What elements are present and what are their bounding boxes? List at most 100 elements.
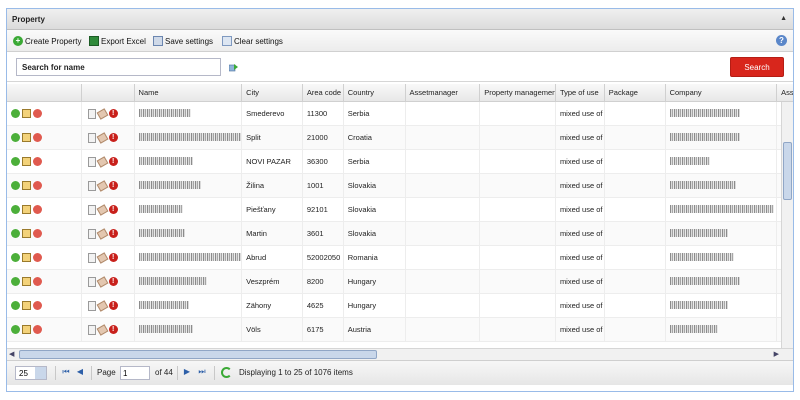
- tag-icon[interactable]: [96, 132, 109, 144]
- approve-icon[interactable]: [11, 109, 20, 118]
- delete-icon[interactable]: [33, 133, 42, 142]
- warning-icon[interactable]: !: [108, 301, 118, 310]
- vertical-scrollbar[interactable]: [781, 102, 793, 354]
- first-page-icon[interactable]: ⏮: [61, 367, 71, 377]
- document-icon[interactable]: [87, 133, 96, 143]
- approve-icon[interactable]: [11, 133, 20, 142]
- tag-icon[interactable]: [96, 324, 109, 336]
- warning-icon[interactable]: !: [108, 181, 118, 190]
- help-icon[interactable]: ?: [776, 35, 787, 46]
- horizontal-scroll-thumb[interactable]: [19, 350, 377, 359]
- edit-icon[interactable]: [22, 229, 31, 238]
- export-excel-button[interactable]: Export Excel: [89, 35, 146, 47]
- table-row[interactable]: ! Zähony 4625 Hungary mixed use of: [7, 294, 793, 318]
- document-icon[interactable]: [87, 277, 96, 287]
- tag-icon[interactable]: [96, 300, 109, 312]
- warning-icon[interactable]: !: [108, 229, 118, 238]
- delete-icon[interactable]: [33, 157, 42, 166]
- document-icon[interactable]: [87, 229, 96, 239]
- document-icon[interactable]: [87, 181, 96, 191]
- edit-icon[interactable]: [22, 253, 31, 262]
- delete-icon[interactable]: [33, 109, 42, 118]
- edit-icon[interactable]: [22, 157, 31, 166]
- edit-icon[interactable]: [22, 205, 31, 214]
- search-input[interactable]: [16, 58, 221, 76]
- document-icon[interactable]: [87, 109, 96, 119]
- document-icon[interactable]: [87, 301, 96, 311]
- warning-icon[interactable]: !: [108, 157, 118, 166]
- create-property-button[interactable]: + Create Property: [13, 35, 81, 47]
- warning-icon[interactable]: !: [108, 325, 118, 334]
- chevron-down-icon[interactable]: [35, 367, 46, 379]
- header-package[interactable]: Package: [605, 84, 666, 101]
- edit-icon[interactable]: [22, 109, 31, 118]
- header-assetmanager[interactable]: Assetmanager: [406, 84, 481, 101]
- warning-icon[interactable]: !: [108, 133, 118, 142]
- header-type-of-use[interactable]: Type of use: [556, 84, 605, 101]
- approve-icon[interactable]: [11, 205, 20, 214]
- approve-icon[interactable]: [11, 253, 20, 262]
- refresh-icon[interactable]: [221, 367, 232, 378]
- warning-icon[interactable]: !: [108, 277, 118, 286]
- tag-icon[interactable]: [96, 180, 109, 192]
- delete-icon[interactable]: [33, 325, 42, 334]
- approve-icon[interactable]: [11, 325, 20, 334]
- edit-icon[interactable]: [22, 277, 31, 286]
- approve-icon[interactable]: [11, 277, 20, 286]
- edit-icon[interactable]: [22, 181, 31, 190]
- header-country[interactable]: Country: [344, 84, 406, 101]
- vertical-scroll-thumb[interactable]: [783, 142, 792, 200]
- table-row[interactable]: ! Split 21000 Croatia mixed use of: [7, 126, 793, 150]
- header-company[interactable]: Company: [666, 84, 778, 101]
- tag-icon[interactable]: [96, 228, 109, 240]
- header-truncated[interactable]: Ass: [777, 84, 793, 101]
- tag-icon[interactable]: [96, 204, 109, 216]
- table-row[interactable]: ! Piešťany 92101 Slovakia mixed use of: [7, 198, 793, 222]
- edit-icon[interactable]: [22, 301, 31, 310]
- edit-icon[interactable]: [22, 325, 31, 334]
- warning-icon[interactable]: !: [108, 109, 118, 118]
- table-row[interactable]: ! Žilina 1001 Slovakia mixed use of: [7, 174, 793, 198]
- filter-icon[interactable]: [229, 64, 238, 72]
- approve-icon[interactable]: [11, 181, 20, 190]
- page-number-input[interactable]: [120, 366, 150, 380]
- horizontal-scrollbar[interactable]: ◀ ▶: [7, 348, 793, 360]
- page-size-select[interactable]: 25: [15, 366, 47, 380]
- scroll-left-icon[interactable]: ◀: [9, 350, 14, 358]
- save-settings-button[interactable]: Save settings: [153, 35, 213, 47]
- last-page-icon[interactable]: ⏭: [197, 367, 207, 377]
- tag-icon[interactable]: [96, 252, 109, 264]
- warning-icon[interactable]: !: [108, 205, 118, 214]
- clear-settings-button[interactable]: Clear settings: [222, 35, 283, 47]
- table-row[interactable]: ! Martin 3601 Slovakia mixed use of: [7, 222, 793, 246]
- header-city[interactable]: City: [242, 84, 303, 101]
- document-icon[interactable]: [87, 325, 96, 335]
- table-row[interactable]: ! NOVI PAZAR 36300 Serbia mixed use of: [7, 150, 793, 174]
- delete-icon[interactable]: [33, 277, 42, 286]
- delete-icon[interactable]: [33, 253, 42, 262]
- header-name[interactable]: Name: [135, 84, 243, 101]
- table-row[interactable]: ! Völs 6175 Austria mixed use of: [7, 318, 793, 342]
- header-area-code[interactable]: Area code: [303, 84, 344, 101]
- delete-icon[interactable]: [33, 229, 42, 238]
- delete-icon[interactable]: [33, 181, 42, 190]
- scroll-right-icon[interactable]: ▶: [774, 350, 779, 358]
- document-icon[interactable]: [87, 205, 96, 215]
- approve-icon[interactable]: [11, 229, 20, 238]
- table-row[interactable]: ! Veszprém 8200 Hungary mixed use of: [7, 270, 793, 294]
- tag-icon[interactable]: [96, 156, 109, 168]
- collapse-icon[interactable]: ▲: [780, 15, 787, 22]
- approve-icon[interactable]: [11, 157, 20, 166]
- tag-icon[interactable]: [96, 276, 109, 288]
- table-row[interactable]: ! Abrud 52002050 Romania mixed use of: [7, 246, 793, 270]
- prev-page-icon[interactable]: ◀: [75, 367, 85, 377]
- tag-icon[interactable]: [96, 108, 109, 120]
- next-page-icon[interactable]: ▶: [182, 367, 192, 377]
- table-row[interactable]: ! Smederevo 11300 Serbia mixed use of: [7, 102, 793, 126]
- approve-icon[interactable]: [11, 301, 20, 310]
- document-icon[interactable]: [87, 253, 96, 263]
- warning-icon[interactable]: !: [108, 253, 118, 262]
- document-icon[interactable]: [87, 157, 96, 167]
- search-button[interactable]: Search: [730, 57, 784, 77]
- edit-icon[interactable]: [22, 133, 31, 142]
